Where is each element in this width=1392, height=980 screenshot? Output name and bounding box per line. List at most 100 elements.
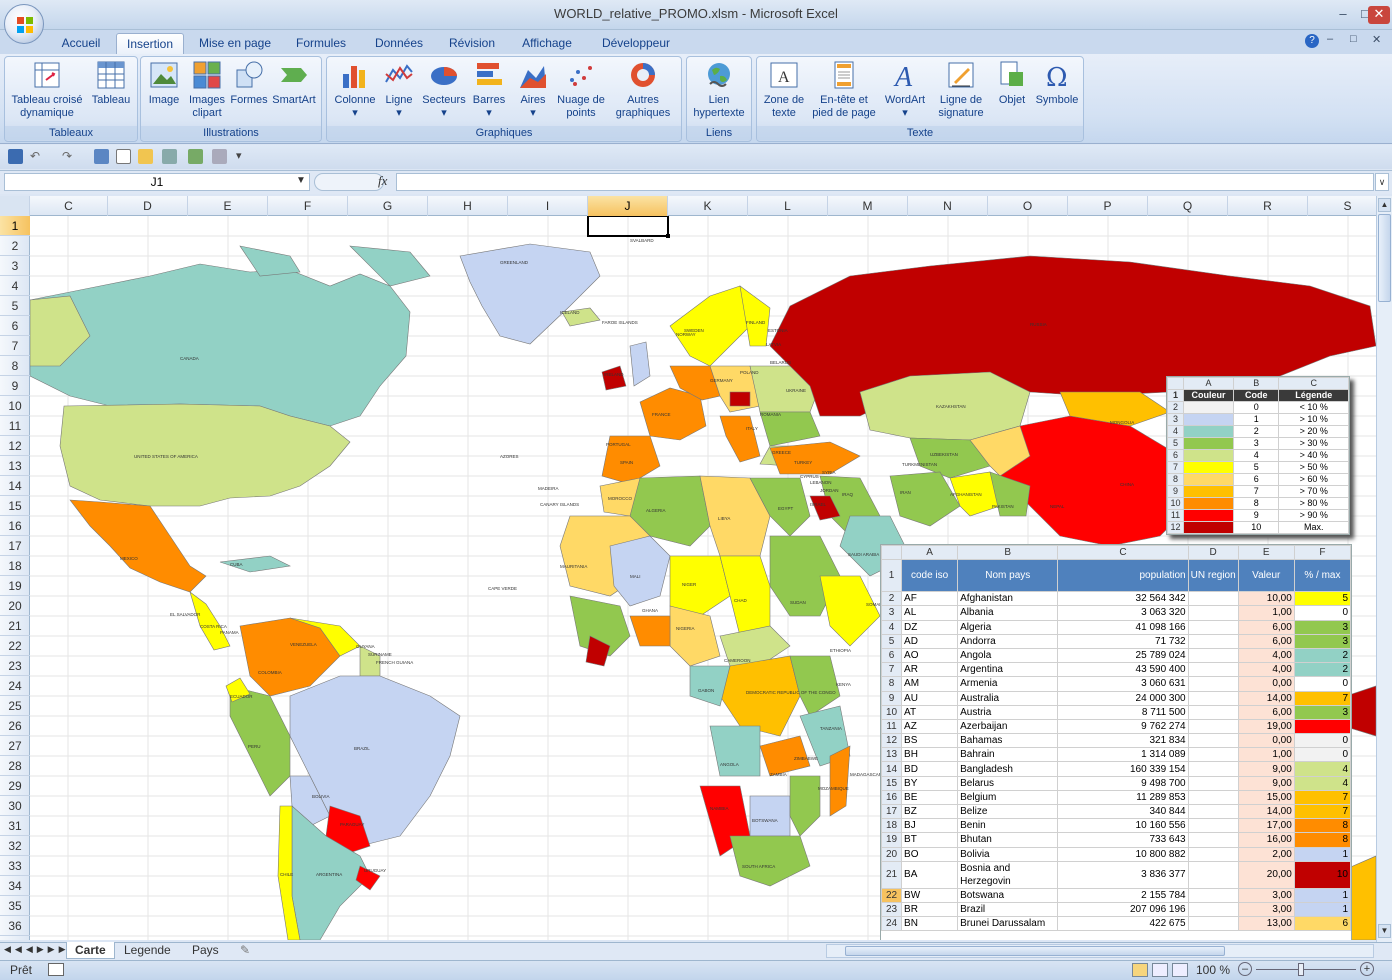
row-header[interactable]: 34 (0, 876, 30, 896)
wordart-button[interactable]: A WordArt ▾ (879, 60, 931, 120)
vertical-scrollbar[interactable]: ▲ ▼ (1376, 196, 1392, 942)
customize-qat-icon[interactable]: ▾ (236, 149, 251, 164)
minimize-window-button[interactable]: – (1332, 6, 1354, 24)
zoom-icon[interactable] (212, 149, 227, 164)
row-header[interactable]: 4 (0, 276, 30, 296)
page-break-view-icon[interactable] (1172, 963, 1188, 977)
vertical-scroll-thumb[interactable] (1378, 214, 1391, 302)
macro-record-icon[interactable] (48, 963, 64, 976)
redo-icon[interactable]: ↷ (62, 149, 77, 164)
formula-expand-icon[interactable]: ∨ (1375, 173, 1389, 191)
help-icon[interactable]: ? (1305, 34, 1319, 48)
close-window-button[interactable]: ✕ (1368, 6, 1390, 24)
smartart-button[interactable]: SmartArt (269, 60, 319, 107)
open-folder-icon[interactable] (138, 149, 153, 164)
row-header[interactable]: 22 (0, 636, 30, 656)
row-header[interactable]: 16 (0, 516, 30, 536)
normal-view-icon[interactable] (1132, 963, 1148, 977)
tab-5[interactable]: Révision (440, 33, 504, 55)
pivot-table-button[interactable]: Tableau croisé dynamique (9, 60, 85, 120)
name-box[interactable]: J1 (4, 173, 310, 191)
zoom-in-icon[interactable]: + (1360, 962, 1374, 976)
row-header[interactable]: 13 (0, 456, 30, 476)
area-chart-button[interactable]: Aires ▾ (513, 60, 553, 120)
ribbon-close-icon[interactable]: ✕ (1372, 33, 1381, 46)
row-header[interactable]: 6 (0, 316, 30, 336)
object-button[interactable]: Objet (993, 60, 1031, 107)
column-header[interactable]: Q (1148, 196, 1228, 216)
sheet-tab-pays[interactable]: Pays (184, 942, 227, 959)
row-header[interactable]: 28 (0, 756, 30, 776)
column-header[interactable]: E (188, 196, 268, 216)
row-header[interactable]: 7 (0, 336, 30, 356)
tab-3[interactable]: Formules (288, 33, 354, 55)
zoom-out-icon[interactable]: – (1238, 962, 1252, 976)
sheet-nav-icons[interactable]: ◀◀◀▶▶▶ (4, 944, 70, 955)
zoom-level[interactable]: 100 % (1196, 963, 1230, 977)
row-header[interactable]: 23 (0, 656, 30, 676)
scroll-down-icon[interactable]: ▼ (1378, 924, 1391, 938)
row-header[interactable]: 32 (0, 836, 30, 856)
row-header[interactable]: 30 (0, 796, 30, 816)
row-header[interactable]: 8 (0, 356, 30, 376)
row-header[interactable]: 11 (0, 416, 30, 436)
tab-2[interactable]: Mise en page (190, 33, 280, 55)
row-header[interactable]: 25 (0, 696, 30, 716)
format-painter-icon[interactable] (188, 149, 203, 164)
page-layout-view-icon[interactable] (1152, 963, 1168, 977)
text-box-button[interactable]: A Zone de texte (759, 60, 809, 120)
tab-7[interactable]: Développeur (590, 33, 682, 55)
column-header[interactable]: G (348, 196, 428, 216)
clipart-button[interactable]: Images clipart (185, 60, 229, 120)
sheet-tab-legende[interactable]: Legende (116, 942, 179, 959)
row-header[interactable]: 18 (0, 556, 30, 576)
column-header[interactable]: M (828, 196, 908, 216)
row-header[interactable]: 19 (0, 576, 30, 596)
undo-icon[interactable]: ↶ (30, 149, 45, 164)
bar-chart-button[interactable]: Barres ▾ (467, 60, 511, 120)
hyperlink-button[interactable]: Lien hypertexte (689, 60, 749, 120)
column-header[interactable]: R (1228, 196, 1308, 216)
row-header[interactable]: 24 (0, 676, 30, 696)
column-header[interactable]: H (428, 196, 508, 216)
tab-4[interactable]: Données (362, 33, 436, 55)
column-header[interactable]: P (1068, 196, 1148, 216)
scroll-up-icon[interactable]: ▲ (1378, 198, 1391, 212)
table-button[interactable]: Tableau (89, 60, 133, 107)
print-preview-icon[interactable] (94, 149, 109, 164)
signature-line-button[interactable]: Ligne de signature (931, 60, 991, 120)
row-header[interactable]: 3 (0, 256, 30, 276)
row-header[interactable]: 27 (0, 736, 30, 756)
tab-1[interactable]: Insertion (116, 33, 184, 55)
tab-0[interactable]: Accueil (54, 33, 108, 55)
row-header[interactable]: 21 (0, 616, 30, 636)
row-header[interactable]: 26 (0, 716, 30, 736)
row-header[interactable]: 10 (0, 396, 30, 416)
scatter-chart-button[interactable]: Nuage de points (553, 60, 609, 120)
office-button[interactable] (4, 4, 44, 44)
column-header[interactable]: L (748, 196, 828, 216)
fx-icon[interactable]: fx (378, 173, 387, 189)
column-chart-button[interactable]: Colonne ▾ (331, 60, 379, 120)
other-charts-button[interactable]: Autres graphiques (611, 60, 675, 120)
header-footer-button[interactable]: En-tête et pied de page (809, 60, 879, 120)
column-header[interactable]: D (108, 196, 188, 216)
row-header[interactable]: 14 (0, 476, 30, 496)
select-all-corner[interactable] (0, 196, 30, 216)
column-header[interactable]: C (30, 196, 108, 216)
row-header[interactable]: 20 (0, 596, 30, 616)
ribbon-restore-icon[interactable]: □ (1350, 33, 1357, 45)
sort-icon[interactable] (162, 149, 177, 164)
zoom-slider-thumb[interactable] (1298, 963, 1304, 976)
row-header[interactable]: 31 (0, 816, 30, 836)
symbol-button[interactable]: Ω Symbole (1033, 60, 1081, 107)
formula-cancel-area[interactable] (314, 173, 384, 191)
name-box-dropdown-icon[interactable]: ▼ (296, 175, 306, 186)
column-header[interactable]: J (588, 196, 668, 216)
row-header[interactable]: 35 (0, 896, 30, 916)
ribbon-minimize-icon[interactable]: – (1327, 33, 1333, 45)
save-icon[interactable] (8, 149, 23, 164)
horizontal-scroll-thumb[interactable] (845, 946, 1225, 956)
image-button[interactable]: Image (145, 60, 183, 107)
tab-6[interactable]: Affichage (510, 33, 584, 55)
